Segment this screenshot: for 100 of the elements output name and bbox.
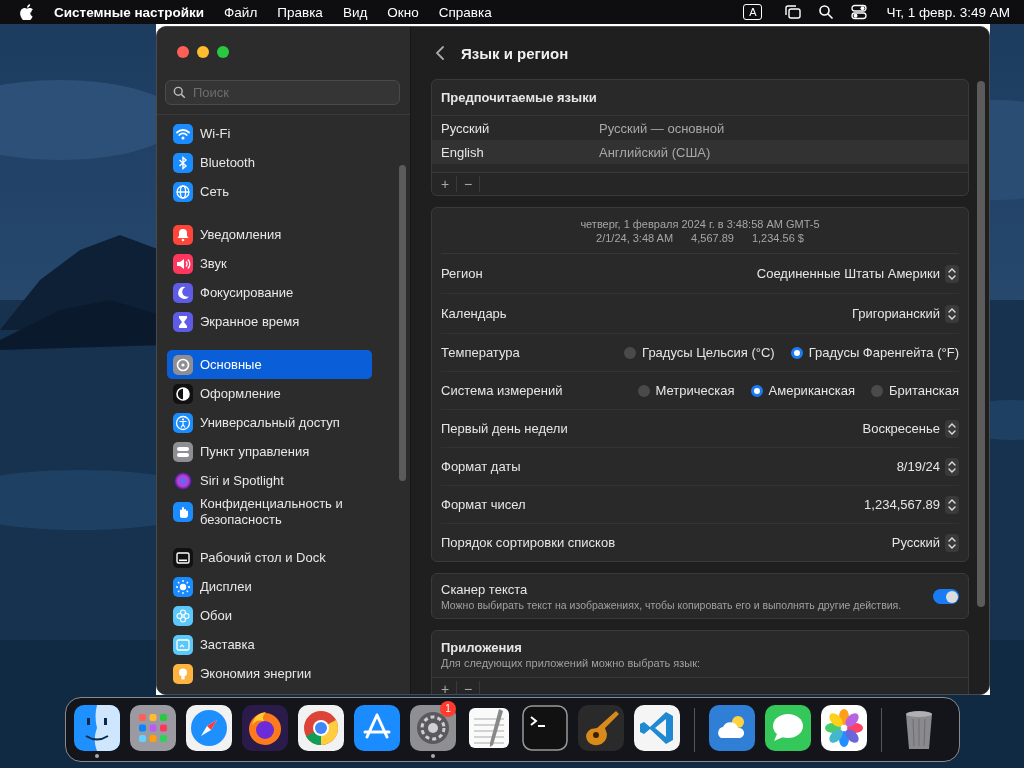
hand-icon	[173, 502, 193, 522]
scrollbar[interactable]	[977, 81, 985, 607]
menu-item[interactable]: Окно	[387, 4, 419, 20]
popup-button[interactable]: Соединенные Штаты Америки	[756, 264, 959, 283]
apple-icon[interactable]	[20, 4, 34, 20]
radio-label[interactable]: Градусы Фаренгейта (°F)	[808, 345, 959, 360]
minimize-button[interactable]	[197, 46, 209, 58]
globe-icon	[173, 181, 193, 202]
sidebar-item[interactable]: Основные	[167, 350, 372, 379]
radio-button[interactable]	[624, 346, 637, 359]
sidebar-item[interactable]: Уведомления	[167, 220, 372, 249]
sidebar-item[interactable]: Wi-Fi	[167, 119, 372, 148]
sidebar-item[interactable]: Siri и Spotlight	[167, 466, 372, 495]
sidebar-item[interactable]: Звук	[167, 249, 372, 278]
format-preview: 2/1/24, 3:48 AM	[596, 231, 674, 245]
sidebar-item[interactable]: Конфиденциальность и безопасность	[167, 495, 372, 529]
stepper-icon	[945, 264, 959, 283]
setting-description: Можно выбирать текст на изображениях, чтобы копировать его и выполнять другие действия.	[441, 599, 902, 611]
menu-item[interactable]: Справка	[438, 4, 492, 20]
ribbon-icon[interactable]	[634, 704, 680, 751]
sidebar-item[interactable]: Оформление	[167, 379, 372, 408]
sidebar-item[interactable]: Рабочий стол и Dock	[167, 543, 372, 572]
search-field[interactable]: Поиск	[165, 80, 400, 105]
flower-icon[interactable]	[821, 704, 867, 751]
search-icon	[173, 86, 186, 99]
guitar-icon[interactable]	[578, 704, 624, 751]
menu-clock[interactable]: Чт, 1 февр. 3:49 AM	[886, 4, 1010, 20]
ring-icon[interactable]	[298, 704, 344, 751]
wifi-icon	[173, 123, 193, 144]
app-menu[interactable]: Системные настройки	[54, 4, 205, 20]
radio-label[interactable]: Американская	[768, 383, 855, 398]
setting-label: Регион	[441, 266, 483, 281]
setting-label: Температура	[441, 345, 520, 360]
gear-icon	[173, 354, 193, 375]
menu-item[interactable]: Файл	[224, 4, 258, 20]
sidebar-item[interactable]: Сеть	[167, 177, 372, 206]
dock-icon	[173, 547, 193, 568]
menu-item[interactable]: Вид	[342, 4, 368, 20]
windows-icon[interactable]	[784, 4, 803, 20]
section-title: Приложения	[440, 640, 523, 655]
stepper-icon	[945, 419, 959, 438]
radio-button[interactable]	[871, 384, 883, 397]
speech-bubble-icon[interactable]	[765, 704, 811, 751]
radio-label[interactable]: Метрическая	[655, 383, 735, 398]
siri-icon	[173, 470, 193, 491]
remove-button[interactable]: −	[457, 176, 480, 192]
bell-icon	[173, 224, 193, 245]
format-preview: 4,567.89	[691, 231, 734, 245]
radio-button[interactable]	[790, 346, 803, 359]
language-row[interactable]: English Английский (США)	[432, 140, 968, 164]
sidebar-item[interactable]: Экономия энергии	[167, 659, 372, 688]
sidebar-item[interactable]: Экранное время	[167, 307, 372, 336]
screensaver-icon	[173, 634, 193, 655]
sidebar-item[interactable]: Пункт управления	[167, 437, 372, 466]
popup-button[interactable]: Григорианский	[851, 304, 959, 323]
sidebar-item[interactable]: Фокусирование	[167, 278, 372, 307]
scrollbar[interactable]	[399, 165, 406, 481]
running-indicator	[431, 753, 435, 758]
stepper-icon	[945, 533, 959, 552]
zoom-button[interactable]	[217, 46, 229, 58]
sidebar-item[interactable]: Заставка	[167, 630, 372, 659]
sidebar-item[interactable]: Универсальный доступ	[167, 408, 372, 437]
popup-button[interactable]: 8/19/24	[896, 457, 959, 476]
control-center-icon[interactable]	[850, 4, 869, 20]
sidebar-item[interactable]: Bluetooth	[167, 148, 372, 177]
moon-icon	[173, 282, 193, 303]
radio-button[interactable]	[750, 384, 763, 397]
page-title: Язык и регион	[461, 44, 569, 62]
section-description: Для следующих приложений можно выбрать язык:	[440, 656, 702, 671]
format-preview: четверг, 1 февраля 2024 г. в 3:48:58 AM GMT-5	[579, 217, 821, 231]
radio-button[interactable]	[637, 384, 650, 397]
add-button[interactable]: +	[434, 176, 457, 192]
search-icon[interactable]	[818, 4, 835, 20]
contrast-icon	[173, 383, 193, 404]
popup-button[interactable]: 1,234,567.89	[864, 495, 959, 514]
setting-label: Календарь	[441, 306, 507, 321]
cloud-sun-icon[interactable]	[709, 704, 755, 751]
app-tile[interactable]: 1	[410, 700, 456, 759]
gear-icon[interactable]	[410, 704, 456, 751]
section-title: Предпочитаемые языки	[432, 80, 968, 116]
compass-icon[interactable]	[186, 704, 232, 751]
fox-globe-icon[interactable]	[242, 704, 288, 751]
sidebar-item[interactable]: Обои	[167, 601, 372, 630]
popup-button[interactable]: Русский	[891, 533, 959, 552]
language-row[interactable]: Русский Русский — основной	[432, 116, 968, 140]
close-button[interactable]	[177, 46, 189, 58]
a-shape-icon[interactable]	[354, 704, 400, 751]
sidebar-item[interactable]: Дисплеи	[167, 572, 372, 601]
radio-label[interactable]: Градусы Цельсия (°C)	[642, 345, 775, 360]
menu-item[interactable]: Правка	[277, 4, 323, 20]
radio-label[interactable]: Британская	[889, 383, 959, 398]
input-source-indicator[interactable]: A	[743, 4, 763, 20]
terminal-icon[interactable]	[522, 704, 568, 751]
setting-label: Первый день недели	[441, 421, 568, 436]
setting-label: Сканер текста	[441, 582, 529, 597]
setting-label: Формат чисел	[441, 497, 526, 512]
popup-button[interactable]: Воскресенье	[862, 419, 959, 438]
bulb-icon	[173, 663, 193, 684]
back-button[interactable]	[435, 45, 445, 61]
toggle-switch[interactable]	[933, 589, 959, 604]
